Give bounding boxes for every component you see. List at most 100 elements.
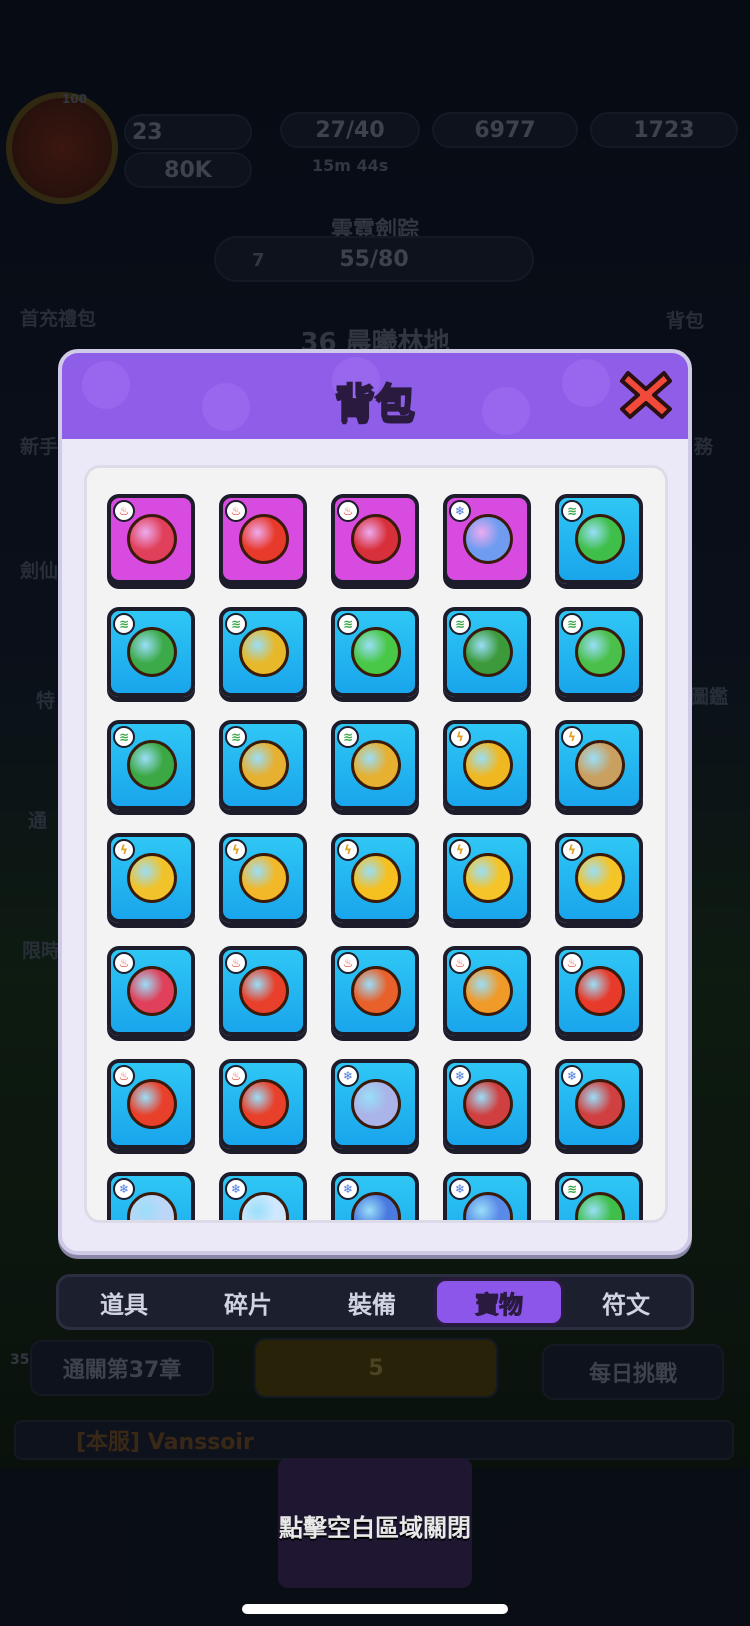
treasure-slot[interactable]: ≋ [555,1172,643,1220]
treasure-slot[interactable]: ϟ [443,833,531,923]
ice-crystal-icon [463,514,513,564]
treasure-slot[interactable]: ϟ [555,720,643,810]
home-indicator[interactable] [242,1604,508,1614]
green-tome-icon [575,514,625,564]
wind-element-icon: ≋ [113,613,135,635]
ice-element-icon: ❄ [337,1178,359,1200]
compass-icon [351,740,401,790]
thunder-element-icon: ϟ [561,726,583,748]
treasure-slot[interactable]: ≋ [107,720,195,810]
fire-element-icon: ♨ [561,952,583,974]
scarab-icon [575,853,625,903]
dialog-title: 背包 [334,380,416,428]
tab-fragments[interactable]: 碎片 [186,1278,310,1326]
treasure-slot[interactable]: ❄ [331,1172,419,1220]
leaf-cluster-icon [463,627,513,677]
treasure-slot[interactable]: ϟ [107,833,195,923]
golden-tablet-icon [239,853,289,903]
bagua-disc-icon [575,740,625,790]
dragon-orb-icon [463,966,513,1016]
treasure-list[interactable]: ♨ ♨ ♨ ❄ ≋ ≋ ≋ ≋ ≋ ≋ ≋ ≋ ≋ ϟ ϟ ϟ ϟ ϟ ϟ ϟ ♨ ♨ ♨ ♨ ♨ ♨ ♨ ❄ ❄ ❄ ❄ ❄ ❄ ❄ ≋ [84,465,668,1223]
treasure-slot[interactable]: ♨ [219,1059,307,1149]
treasure-slot[interactable]: ≋ [219,607,307,697]
wind-element-icon: ≋ [225,726,247,748]
treasure-slot[interactable]: ❄ [443,494,531,584]
phoenix-flask-icon [239,1079,289,1129]
treasure-slot[interactable]: ❄ [331,1059,419,1149]
treasure-slot[interactable]: ♨ [219,494,307,584]
treasure-slot[interactable]: ♨ [219,946,307,1036]
treasure-slot[interactable]: ≋ [555,607,643,697]
treasure-slot[interactable]: ♨ [555,946,643,1036]
treasure-slot[interactable]: ♨ [331,946,419,1036]
fire-element-icon: ♨ [337,952,359,974]
magic-lamp-icon [239,627,289,677]
scarab-icon [463,853,513,903]
treasure-slot[interactable]: ≋ [107,607,195,697]
fire-coin-icon [239,966,289,1016]
ice-element-icon: ❄ [449,1065,471,1087]
ice-element-icon: ❄ [113,1178,135,1200]
wind-element-icon: ≋ [561,1178,583,1200]
thunder-element-icon: ϟ [449,839,471,861]
wind-element-icon: ≋ [113,726,135,748]
treasure-slot[interactable]: ≋ [331,720,419,810]
gold-gem-icon [463,740,513,790]
ice-claw-icon [575,1079,625,1129]
fire-element-icon: ♨ [225,1065,247,1087]
ice-element-icon: ❄ [337,1065,359,1087]
compass-icon [239,740,289,790]
dragon-eye-stone-icon [351,514,401,564]
green-tome-icon [575,1192,625,1220]
thunder-element-icon: ϟ [337,839,359,861]
treasure-slot[interactable]: ♨ [107,946,195,1036]
wind-element-icon: ≋ [225,613,247,635]
snowflake-icon [239,1192,289,1220]
phoenix-emblem-icon [239,514,289,564]
treasure-slot[interactable]: ❄ [555,1059,643,1149]
treasure-slot[interactable]: ❄ [443,1172,531,1220]
treasure-slot[interactable]: ≋ [555,494,643,584]
ice-vase-icon [127,1192,177,1220]
treasure-slot[interactable]: ❄ [107,1172,195,1220]
tab-equipment[interactable]: 裝備 [310,1278,434,1326]
tab-items[interactable]: 道具 [62,1278,186,1326]
green-orb-icon [351,627,401,677]
treasure-slot[interactable]: ≋ [331,607,419,697]
wind-element-icon: ≋ [561,500,583,522]
tab-runes[interactable]: 符文 [564,1278,688,1326]
backpack-dialog: 背包 ♨ ♨ ♨ ❄ ≋ ≋ ≋ ≋ ≋ ≋ ≋ ≋ ≋ ϟ ϟ ϟ ϟ ϟ ϟ ϟ ♨ ♨ ♨ ♨ ♨ ♨ ♨ ❄ ❄ ❄ ❄ ❄ ❄ ❄ ≋ [58,349,692,1255]
tap-to-close-hint: 點擊空白區域關閉 [279,1514,471,1542]
thunder-element-icon: ϟ [561,839,583,861]
sun-gear-icon [351,853,401,903]
treasure-slot[interactable]: ϟ [219,833,307,923]
fire-sun-icon [575,966,625,1016]
wind-element-icon: ≋ [337,726,359,748]
ice-element-icon: ❄ [449,500,471,522]
treasure-slot[interactable]: ❄ [219,1172,307,1220]
ice-claw-icon [463,1079,513,1129]
treasure-slot[interactable]: ❄ [443,1059,531,1149]
wind-element-icon: ≋ [561,613,583,635]
wind-element-icon: ≋ [449,613,471,635]
treasure-slot[interactable]: ϟ [331,833,419,923]
treasure-slot[interactable]: ♨ [443,946,531,1036]
treasure-slot[interactable]: ≋ [443,607,531,697]
treasure-slot[interactable]: ♨ [331,494,419,584]
ice-drop-icon [351,1192,401,1220]
close-x-icon[interactable] [618,367,674,423]
phoenix-flask-icon [127,1079,177,1129]
fire-element-icon: ♨ [225,500,247,522]
treasure-slot[interactable]: ≋ [219,720,307,810]
tab-treasures[interactable]: 寶物 [434,1278,564,1326]
treasure-slot[interactable]: ♨ [107,1059,195,1149]
treasure-slot[interactable]: ♨ [107,494,195,584]
leaf-ring-icon [575,627,625,677]
thunder-element-icon: ϟ [113,839,135,861]
treasure-slot[interactable]: ϟ [555,833,643,923]
golden-pyramid-icon [127,853,177,903]
fire-element-icon: ♨ [225,952,247,974]
red-gourd-icon [127,514,177,564]
fire-element-icon: ♨ [113,1065,135,1087]
treasure-slot[interactable]: ϟ [443,720,531,810]
